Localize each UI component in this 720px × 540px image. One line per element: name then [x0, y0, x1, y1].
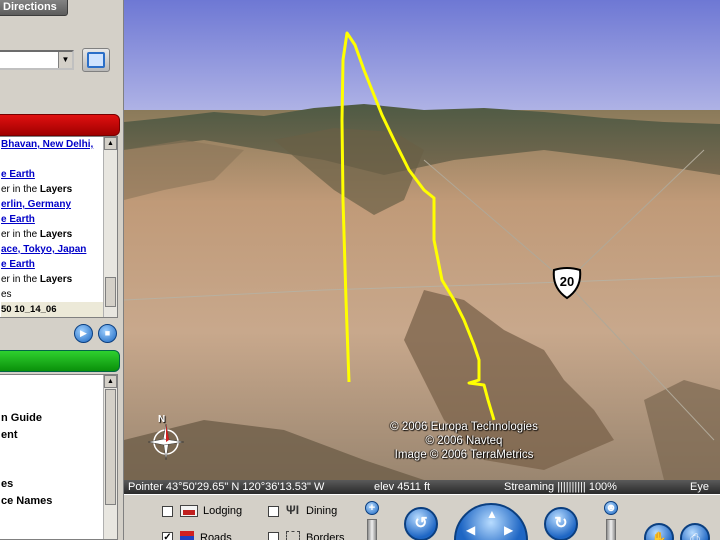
route-shield-icon[interactable]: 20: [550, 266, 584, 300]
scroll-up-icon[interactable]: ▲: [104, 375, 117, 388]
search-result-line[interactable]: e Earth: [1, 167, 103, 182]
layer-item[interactable]: es: [1, 476, 103, 493]
arrow-up-icon[interactable]: ▲: [485, 507, 499, 521]
search-result-link[interactable]: erlin, Germany: [1, 199, 71, 210]
search-go-button[interactable]: [82, 48, 110, 72]
bed-icon: [180, 505, 198, 517]
search-result-line: es: [1, 287, 103, 302]
search-result-bold: Layers: [39, 274, 73, 285]
navigation-pad[interactable]: ▲ ◀ ▶: [454, 503, 528, 540]
search-combo[interactable]: ▼: [0, 50, 74, 70]
search-icon: [87, 52, 105, 68]
search-result-text: es: [1, 289, 12, 300]
tilt-up-button[interactable]: ☻: [604, 501, 618, 515]
fork-knife-icon: ΨΙ: [286, 503, 300, 517]
layer-item[interactable]: [1, 460, 103, 477]
search-result-bold: Layers: [39, 184, 73, 195]
arrow-left-icon[interactable]: ◀: [466, 523, 480, 537]
directions-tab[interactable]: Directions: [0, 0, 68, 16]
lodging-label[interactable]: Lodging: [203, 505, 242, 517]
borders-label[interactable]: Borders: [306, 532, 345, 540]
search-result-text: er in the: [1, 229, 40, 240]
stop-tour-button[interactable]: ■: [98, 324, 117, 343]
terrain-scene: [124, 0, 720, 480]
chevron-down-icon[interactable]: ▼: [58, 52, 72, 68]
search-results-list: Bhavan, New Delhi, e Earth er in the Layer…: [0, 137, 117, 317]
zoom-in-button[interactable]: +: [365, 501, 379, 515]
search-results-header[interactable]: [0, 114, 120, 136]
search-result-line[interactable]: erlin, Germany: [1, 197, 103, 212]
search-result-line[interactable]: 50 10_14_06: [1, 302, 103, 317]
controls-bar: Lodging ΨΙ Dining ✓ Roads Borders + ↺ ▲ …: [124, 494, 720, 540]
search-result-line: er in the Layers: [1, 227, 103, 242]
results-scroll-thumb[interactable]: [105, 277, 116, 307]
play-tour-button[interactable]: ▶: [74, 324, 93, 343]
hand-tool-button[interactable]: ✋: [644, 523, 674, 540]
copyright-line: © 2006 Navteq: [425, 435, 503, 447]
streaming-status: Streaming |||||||||| 100%: [504, 481, 617, 493]
tilt-slider[interactable]: [606, 519, 616, 540]
search-result-link[interactable]: Bhavan, New Delhi,: [1, 139, 93, 150]
roads-checkbox[interactable]: ✓: [162, 532, 173, 540]
eye-altitude: Eye: [690, 481, 709, 493]
search-result-link[interactable]: e Earth: [1, 169, 35, 180]
layers-scroll-thumb[interactable]: [105, 389, 116, 505]
search-result-text: er in the: [1, 274, 40, 285]
lodging-checkbox[interactable]: [162, 506, 173, 517]
rotate-right-button[interactable]: ↻: [544, 507, 578, 540]
print-button[interactable]: ⎙: [680, 523, 710, 540]
layers-scrollbar[interactable]: ▲: [103, 375, 117, 539]
road-shield-icon: [180, 531, 194, 540]
zoom-slider[interactable]: [367, 519, 377, 540]
layers-header[interactable]: [0, 350, 120, 372]
search-result-link[interactable]: ace, Tokyo, Japan: [1, 244, 86, 255]
copyright-line: Image © 2006 TerraMetrics: [394, 449, 534, 461]
search-result-bold: Layers: [39, 229, 73, 240]
borders-checkbox[interactable]: [268, 532, 279, 540]
dining-label[interactable]: Dining: [306, 505, 337, 517]
imagery-copyright: © 2006 Europa Technologies © 2006 Navteq…: [364, 420, 564, 462]
rotate-left-button[interactable]: ↺: [404, 507, 438, 540]
compass-north-label: N: [158, 414, 166, 425]
route-shield-number: 20: [559, 274, 575, 289]
pointer-coordinates: Pointer 43°50'29.65" N 120°36'13.53" W: [128, 481, 325, 493]
search-result-link[interactable]: e Earth: [1, 259, 35, 270]
results-nav: ▶ ■: [74, 324, 120, 344]
search-result-text: er in the: [1, 184, 40, 195]
arrow-right-icon[interactable]: ▶: [504, 523, 518, 537]
search-result-line: er in the Layers: [1, 182, 103, 197]
layer-item[interactable]: ent: [1, 427, 103, 444]
search-result-line[interactable]: e Earth: [1, 257, 103, 272]
left-panel: Directions ▼ Bhavan, New Delhi, e Earth er…: [0, 0, 124, 540]
dining-checkbox[interactable]: [268, 506, 279, 517]
compass-icon[interactable]: N: [140, 410, 192, 468]
search-result-link[interactable]: e Earth: [1, 214, 35, 225]
pointer-elevation: elev 4511 ft: [374, 481, 431, 493]
earth-3d-view[interactable]: 20 N © 2006 Europa Technologies © 2006 N…: [124, 0, 720, 480]
search-result-text: 50 10_14_06: [1, 304, 57, 315]
scroll-up-icon[interactable]: ▲: [104, 137, 117, 150]
status-bar: Pointer 43°50'29.65" N 120°36'13.53" W e…: [124, 480, 720, 494]
search-results-panel: Bhavan, New Delhi, e Earth er in the Layer…: [0, 136, 118, 318]
copyright-line: © 2006 Europa Technologies: [390, 421, 538, 433]
results-scrollbar[interactable]: ▲: [103, 137, 117, 317]
layers-panel: n Guide ent es ce Names ▲: [0, 374, 118, 540]
search-result-line[interactable]: e Earth: [1, 212, 103, 227]
roads-label[interactable]: Roads: [200, 532, 232, 540]
layer-item[interactable]: [1, 443, 103, 460]
search-result-line[interactable]: Bhavan, New Delhi,: [1, 137, 103, 152]
layer-item[interactable]: n Guide: [1, 410, 103, 427]
search-result-line[interactable]: ace, Tokyo, Japan: [1, 242, 103, 257]
border-icon: [286, 531, 300, 540]
search-result-line: er in the Layers: [1, 272, 103, 287]
layers-list: n Guide ent es ce Names: [0, 375, 117, 509]
search-result-line: [1, 152, 103, 167]
layer-item[interactable]: ce Names: [1, 493, 103, 510]
